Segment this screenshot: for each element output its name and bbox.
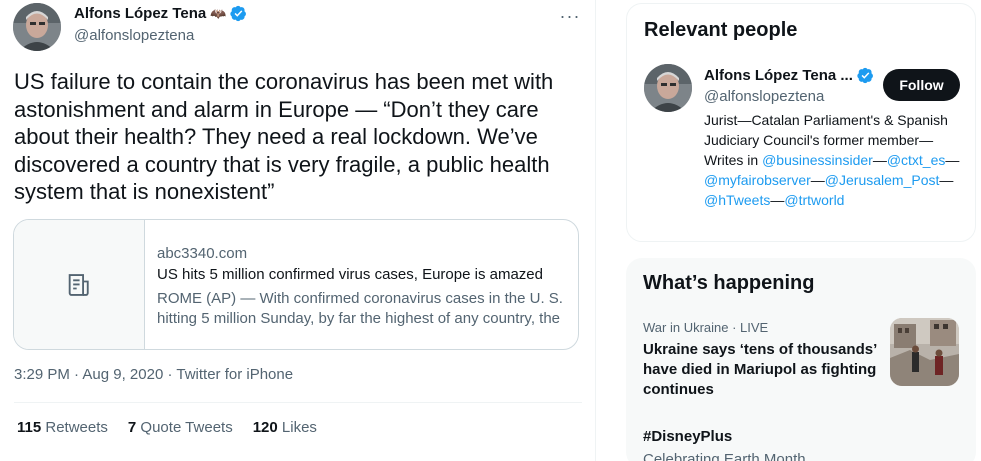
- whats-happening-title: What’s happening: [643, 272, 815, 294]
- article-icon: [68, 273, 89, 296]
- quote-tweets-stat[interactable]: 7 Quote Tweets: [128, 419, 233, 436]
- bio-dash: —: [872, 152, 887, 168]
- retweets-stat[interactable]: 115 Retweets: [17, 419, 108, 436]
- link-card[interactable]: abc3340.com US hits 5 million confirmed …: [13, 219, 579, 350]
- mention-link[interactable]: @Jerusalem_Post: [825, 172, 940, 188]
- bio-dash: —: [939, 172, 954, 188]
- relevant-people-title: Relevant people: [644, 19, 798, 41]
- mention-link[interactable]: @ctxt_es: [887, 152, 946, 168]
- quote-tweets-label: Quote Tweets: [140, 419, 233, 436]
- trend-hashtag[interactable]: #DisneyPlus: [643, 428, 732, 445]
- trend-context: War in Ukraine · LIVE: [643, 320, 768, 335]
- card-description: ROME (AP) — With confirmed coronavirus c…: [157, 290, 563, 327]
- trend-thumbnail[interactable]: [890, 318, 959, 386]
- author-handle[interactable]: @alfonslopeztena: [74, 27, 194, 44]
- more-icon[interactable]: ···: [556, 2, 584, 30]
- bio-dash: —: [810, 172, 825, 188]
- tweet-stats: 115 Retweets 7 Quote Tweets 120 Likes: [17, 419, 317, 436]
- tweet-source[interactable]: Twitter for iPhone: [176, 366, 293, 383]
- retweets-count: 115: [17, 419, 42, 436]
- trend-dot: ·: [728, 320, 741, 335]
- quote-tweets-count: 7: [127, 419, 137, 436]
- relevant-person-bio: Jurist—Catalan Parliament's & Spanish Ju…: [704, 110, 960, 210]
- card-domain: abc3340.com: [157, 245, 248, 262]
- relevant-person-name[interactable]: Alfons López Tena ...: [704, 67, 874, 84]
- relevant-person-avatar[interactable]: [644, 64, 692, 112]
- card-thumbnail: [14, 220, 145, 349]
- mention-link[interactable]: @hTweets: [704, 192, 770, 208]
- mention-link[interactable]: @businessinsider: [762, 152, 873, 168]
- tweet-date[interactable]: Aug 9, 2020: [82, 366, 163, 383]
- likes-label: Likes: [281, 419, 317, 436]
- relevant-people-panel: Relevant people Alfons López Tena ... @a…: [626, 3, 976, 242]
- relevant-person-name-text[interactable]: Alfons López Tena ...: [704, 67, 853, 84]
- trend-subtitle: Celebrating Earth Month: [643, 451, 806, 461]
- mention-link[interactable]: @myfairobserver: [704, 172, 811, 188]
- likes-stat[interactable]: 120 Likes: [253, 419, 317, 436]
- tweet-time[interactable]: 3:29 PM: [14, 366, 70, 383]
- verified-badge-icon: [230, 5, 247, 22]
- likes-count: 120: [252, 419, 278, 436]
- tweet-detail: Alfons López Tena 🦇 @alfonslopeztena ···…: [0, 0, 596, 461]
- meta-separator: ·: [163, 366, 177, 383]
- bio-dash: —: [770, 192, 785, 208]
- divider: [14, 402, 582, 403]
- card-title: US hits 5 million confirmed virus cases,…: [157, 266, 543, 283]
- tweet-text: US failure to contain the coronavirus ha…: [14, 69, 554, 204]
- retweets-label: Retweets: [45, 419, 108, 436]
- trend-live-label: LIVE: [740, 320, 769, 335]
- author-avatar[interactable]: [13, 3, 61, 51]
- author-name[interactable]: Alfons López Tena 🦇: [74, 5, 247, 22]
- verified-badge-icon: [857, 67, 873, 84]
- card-body: abc3340.com US hits 5 million confirmed …: [157, 244, 567, 329]
- trend-headline[interactable]: Ukraine says ‘tens of thousands’ have di…: [643, 340, 883, 400]
- meta-separator: ·: [69, 366, 83, 383]
- mention-link[interactable]: @trtworld: [784, 192, 844, 208]
- whats-happening-panel: What’s happening War in Ukraine · LIVE U…: [626, 258, 976, 461]
- bat-emoji: 🦇: [210, 5, 227, 21]
- relevant-person-handle[interactable]: @alfonslopeztena: [704, 88, 824, 105]
- trend-category: War in Ukraine: [643, 320, 729, 335]
- tweet-timestamp: 3:29 PM · Aug 9, 2020 · Twitter for iPho…: [14, 366, 293, 383]
- author-name-text[interactable]: Alfons López Tena: [74, 5, 206, 22]
- bio-dash: —: [945, 152, 960, 168]
- follow-button[interactable]: Follow: [883, 69, 960, 101]
